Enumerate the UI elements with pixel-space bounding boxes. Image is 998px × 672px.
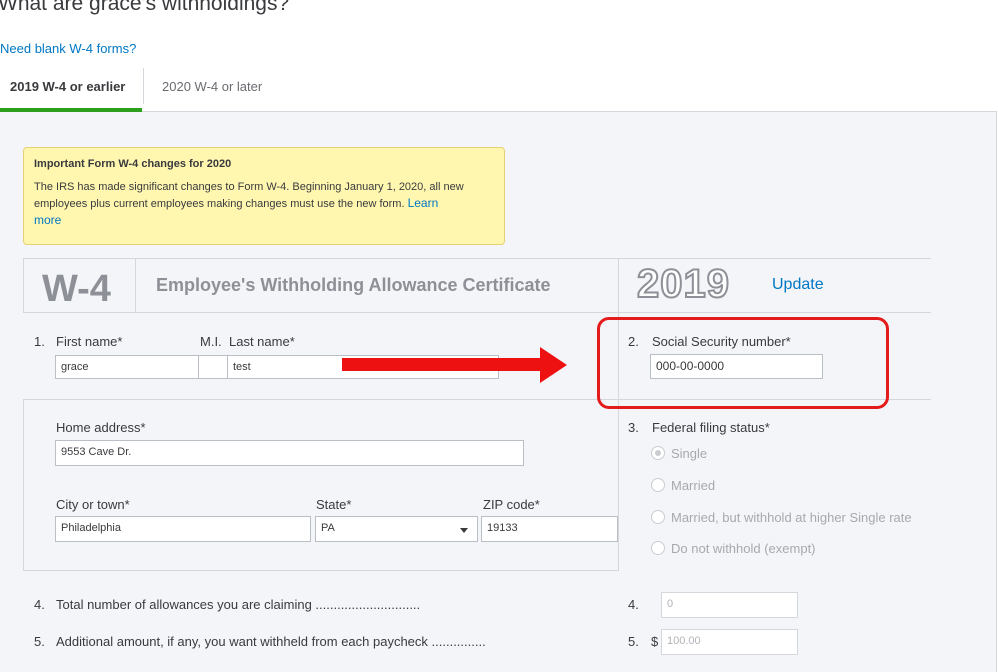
column-divider (618, 258, 619, 571)
notice-body: The IRS has made significant changes to … (34, 179, 464, 229)
additional-amount-input[interactable]: 100.00 (661, 629, 798, 655)
radio-exempt-label: Do not withhold (exempt) (671, 541, 816, 556)
state-label: State* (316, 497, 352, 512)
field-number-4: 4. (34, 597, 45, 612)
tab-divider (143, 68, 144, 104)
notice-title: Important Form W-4 changes for 2020 (34, 158, 232, 170)
last-name-label: Last name* (229, 334, 295, 349)
certificate-title: Employee's Withholding Allowance Certifi… (156, 275, 551, 295)
address-left-line (23, 399, 24, 571)
state-value: PA (321, 522, 335, 534)
filing-status-label: Federal filing status* (652, 420, 770, 435)
radio-married-label: Married (671, 478, 716, 493)
radio-married-single-rate[interactable] (651, 510, 665, 524)
header-left-line (23, 258, 24, 312)
home-address-label: Home address* (56, 420, 146, 435)
city-label: City or town* (56, 497, 130, 512)
radio-single[interactable] (651, 446, 665, 460)
mi-label: M.I. (200, 334, 222, 349)
allowances-label: Total number of allowances you are claim… (56, 597, 421, 612)
radio-married-single-rate-label: Married, but withhold at higher Single r… (671, 510, 912, 525)
active-tab-indicator (0, 108, 142, 112)
form-year: 2019 (636, 261, 730, 307)
field-number-5: 5. (34, 634, 45, 649)
currency-symbol: $ (651, 634, 659, 649)
zip-input[interactable]: 19133 (481, 516, 618, 542)
radio-exempt[interactable] (651, 541, 665, 555)
radio-single-label: Single (671, 446, 708, 461)
annotation-arrow-head (540, 347, 567, 383)
additional-amount-label: Additional amount, if any, you want with… (56, 634, 486, 649)
header-top-line (23, 258, 931, 259)
w4-logo-text: W-4 (42, 268, 111, 310)
state-select[interactable]: PA (315, 516, 478, 542)
address-bottom-line (23, 570, 619, 571)
allowances-input[interactable]: 0 (661, 592, 798, 618)
city-input[interactable]: Philadelphia (55, 516, 311, 542)
update-link[interactable]: Update (772, 276, 824, 294)
allowances-number: 4. (628, 597, 639, 612)
notice-text: The IRS has made significant changes to … (34, 181, 464, 210)
tab-2020-w4[interactable]: 2020 W-4 or later (162, 79, 262, 94)
chevron-down-icon (460, 528, 468, 533)
field-number-3: 3. (628, 420, 639, 435)
tab-2019-w4[interactable]: 2019 W-4 or earlier (10, 79, 125, 94)
home-address-input[interactable]: 9553 Cave Dr. (55, 440, 524, 466)
blank-w4-forms-link[interactable]: Need blank W-4 forms? (0, 41, 136, 56)
header-bottom-line (23, 312, 931, 313)
header-divider-1 (135, 258, 136, 312)
first-name-input[interactable]: grace (55, 355, 199, 379)
field-number-1: 1. (34, 334, 45, 349)
annotation-arrow-shaft (342, 358, 542, 371)
radio-married[interactable] (651, 478, 665, 492)
page-title: What are grace's withholdings? (0, 0, 290, 15)
zip-label: ZIP code* (483, 497, 540, 512)
additional-amount-number: 5. (628, 634, 639, 649)
w4-changes-notice: Important Form W-4 changes for 2020 The … (23, 147, 505, 245)
annotation-highlight-box (597, 317, 889, 409)
first-name-label: First name* (56, 334, 123, 349)
mi-input[interactable] (198, 355, 228, 379)
